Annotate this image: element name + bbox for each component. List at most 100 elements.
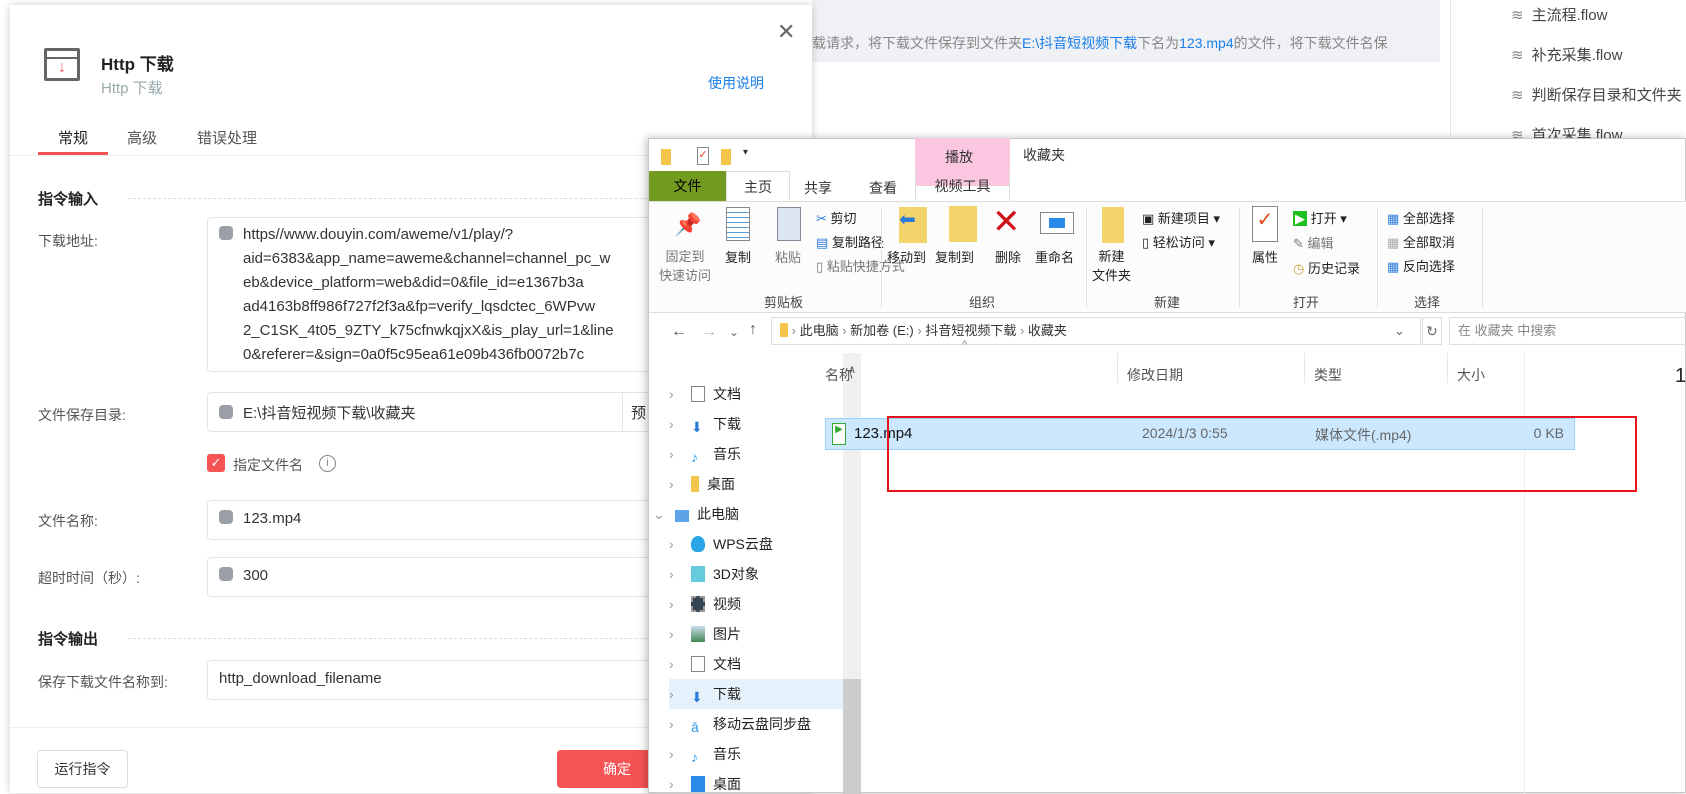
music-icon: ♪ (691, 749, 698, 765)
move-to-button[interactable]: 移动到 (887, 247, 926, 266)
output-label: 保存下载文件名称到: (38, 674, 168, 690)
back-button[interactable]: ← (671, 323, 687, 341)
divider (881, 208, 882, 308)
column-header-name[interactable]: 名称 (825, 365, 853, 385)
delete-icon: ✕ (992, 203, 1021, 241)
group-label-open: 打开 (1293, 295, 1320, 310)
nav-item[interactable]: › WPS云盘 (669, 529, 855, 559)
tab-view[interactable]: 查看 (869, 178, 897, 198)
highlight-annotation-box (887, 416, 1637, 492)
tab-share[interactable]: 共享 (804, 178, 832, 198)
breadcrumb-item[interactable]: 收藏夹 (1028, 323, 1067, 338)
flow-item[interactable]: ≋ 补充采集.flow (1511, 44, 1622, 65)
layers-icon: ≋ (1511, 7, 1524, 24)
copy-to-button[interactable]: 复制到 (935, 247, 974, 266)
mobile-cloud-icon: ā (691, 719, 699, 735)
easy-access-icon: ▯ (1142, 235, 1150, 250)
history-button[interactable]: ◷ 历史记录 (1293, 258, 1360, 277)
cut-button[interactable]: ✂ 剪切 (816, 208, 857, 227)
open-app-icon: ▶ (1293, 211, 1307, 226)
pictures-icon (691, 626, 705, 642)
nav-item[interactable]: › 桌面 (669, 469, 855, 499)
new-item-icon: ▣ (1142, 211, 1155, 226)
python-icon (219, 567, 233, 581)
properties-icon[interactable]: ✓ (697, 147, 709, 165)
delete-button[interactable]: 删除 (995, 247, 1021, 266)
help-link[interactable]: 使用说明 (708, 73, 764, 93)
column-header-type[interactable]: 类型 (1314, 365, 1342, 385)
column-divider[interactable] (1117, 353, 1118, 383)
download-icon: ⬇ (691, 689, 703, 705)
refresh-button[interactable]: ↻ (1422, 317, 1442, 345)
breadcrumb-item[interactable]: 新加卷 (E:) (850, 323, 914, 338)
forward-button[interactable]: → (701, 323, 717, 341)
close-icon[interactable]: ✕ (777, 19, 795, 45)
details-pane-text: 1 (1675, 365, 1686, 387)
new-folder-large-icon (1102, 207, 1124, 243)
download-icon: ⬇ (691, 419, 703, 435)
select-all-button[interactable]: ▦ 全部选择 (1387, 208, 1455, 227)
nav-item[interactable]: › ♪ 音乐 (669, 739, 855, 769)
column-header-date[interactable]: 修改日期 (1127, 365, 1183, 385)
tab-general[interactable]: 常规 (58, 127, 88, 148)
divider (1086, 208, 1087, 308)
video-icon (691, 596, 705, 612)
nav-item[interactable]: › 视频 (669, 589, 855, 619)
column-divider[interactable] (1447, 353, 1448, 383)
pin-quick-access-button[interactable]: 固定到 快速访问 (659, 247, 711, 285)
tab-video-tools[interactable]: 视频工具 (915, 171, 1010, 201)
rename-button[interactable]: 重命名 (1035, 247, 1074, 266)
new-folder-button[interactable]: 新建 文件夹 (1092, 247, 1131, 285)
easy-access-button[interactable]: ▯ 轻松访问 ▾ (1142, 232, 1215, 251)
pin-icon: 📌 (674, 212, 702, 237)
quick-access-dropdown-icon[interactable]: ▾ (743, 147, 748, 158)
nav-item[interactable]: › 3D对象 (669, 559, 855, 589)
python-icon (219, 510, 233, 524)
search-input[interactable]: 在 收藏夹 中搜索 (1449, 317, 1686, 345)
recent-locations-icon[interactable]: ⌄ (729, 325, 739, 339)
new-item-button[interactable]: ▣ 新建项目 ▾ (1142, 208, 1220, 227)
column-header-size[interactable]: 大小 (1457, 365, 1485, 385)
layers-icon: ≋ (1511, 47, 1524, 64)
paste-shortcut-icon: ▯ (816, 259, 824, 274)
music-icon: ♪ (691, 449, 698, 465)
nav-item[interactable]: › ā 移动云盘同步盘 (669, 709, 855, 739)
edit-button[interactable]: ✎ 编辑 (1293, 233, 1334, 252)
open-button[interactable]: ▶ 打开 ▾ (1293, 208, 1347, 227)
select-all-icon: ▦ (1387, 211, 1400, 226)
move-to-icon: ⬅ (899, 207, 927, 243)
new-folder-icon[interactable] (721, 149, 731, 165)
invert-selection-button[interactable]: ▦ 反向选择 (1387, 256, 1455, 275)
column-divider[interactable] (1304, 353, 1305, 383)
breadcrumb-item[interactable]: 此电脑 (800, 323, 839, 338)
nav-item-this-pc[interactable]: ⌄ 此电脑 (653, 499, 839, 529)
info-icon[interactable]: i (319, 455, 336, 472)
tab-error-handling[interactable]: 错误处理 (197, 127, 257, 148)
group-label-select: 选择 (1414, 295, 1441, 310)
up-button[interactable]: ↑ (749, 321, 757, 339)
filename-checkbox[interactable]: ✓ (207, 454, 225, 472)
breadcrumb-item[interactable]: 抖音短视频下载 (925, 323, 1016, 338)
copy-path-button[interactable]: ▤ 复制路径 (816, 232, 884, 251)
nav-item[interactable]: › 桌面 (669, 769, 855, 794)
tab-advanced[interactable]: 高级 (127, 127, 157, 148)
nav-item-selected[interactable]: › ⬇ 下载 (669, 679, 855, 709)
sort-indicator-icon: ^ (962, 339, 968, 351)
nav-item[interactable]: › 图片 (669, 619, 855, 649)
select-none-button[interactable]: ▦ 全部取消 (1387, 232, 1455, 251)
properties-large-icon: ✓ (1252, 206, 1278, 242)
run-command-button[interactable]: 运行指令 (37, 750, 128, 788)
properties-button[interactable]: 属性 (1252, 247, 1278, 266)
nav-item[interactable]: › 文档 (669, 649, 855, 679)
tab-home[interactable]: 主页 (726, 171, 790, 202)
flow-item[interactable]: ≋ 判断保存目录和文件夹 (1511, 84, 1682, 105)
tab-file[interactable]: 文件 (649, 171, 726, 201)
scrollbar-thumb[interactable] (843, 679, 861, 794)
address-bar[interactable]: › 此电脑 › 新加卷 (E:) › 抖音短视频下载 › 收藏夹 ⌄ (771, 317, 1421, 345)
rename-icon (1040, 212, 1074, 234)
flow-item[interactable]: ≋ 主流程.flow (1511, 4, 1607, 25)
paste-button[interactable]: 粘贴 (775, 247, 801, 266)
window-title: 收藏夹 (1023, 147, 1065, 163)
copy-button[interactable]: 复制 (725, 247, 751, 266)
address-dropdown-icon[interactable]: ⌄ (1394, 318, 1405, 344)
